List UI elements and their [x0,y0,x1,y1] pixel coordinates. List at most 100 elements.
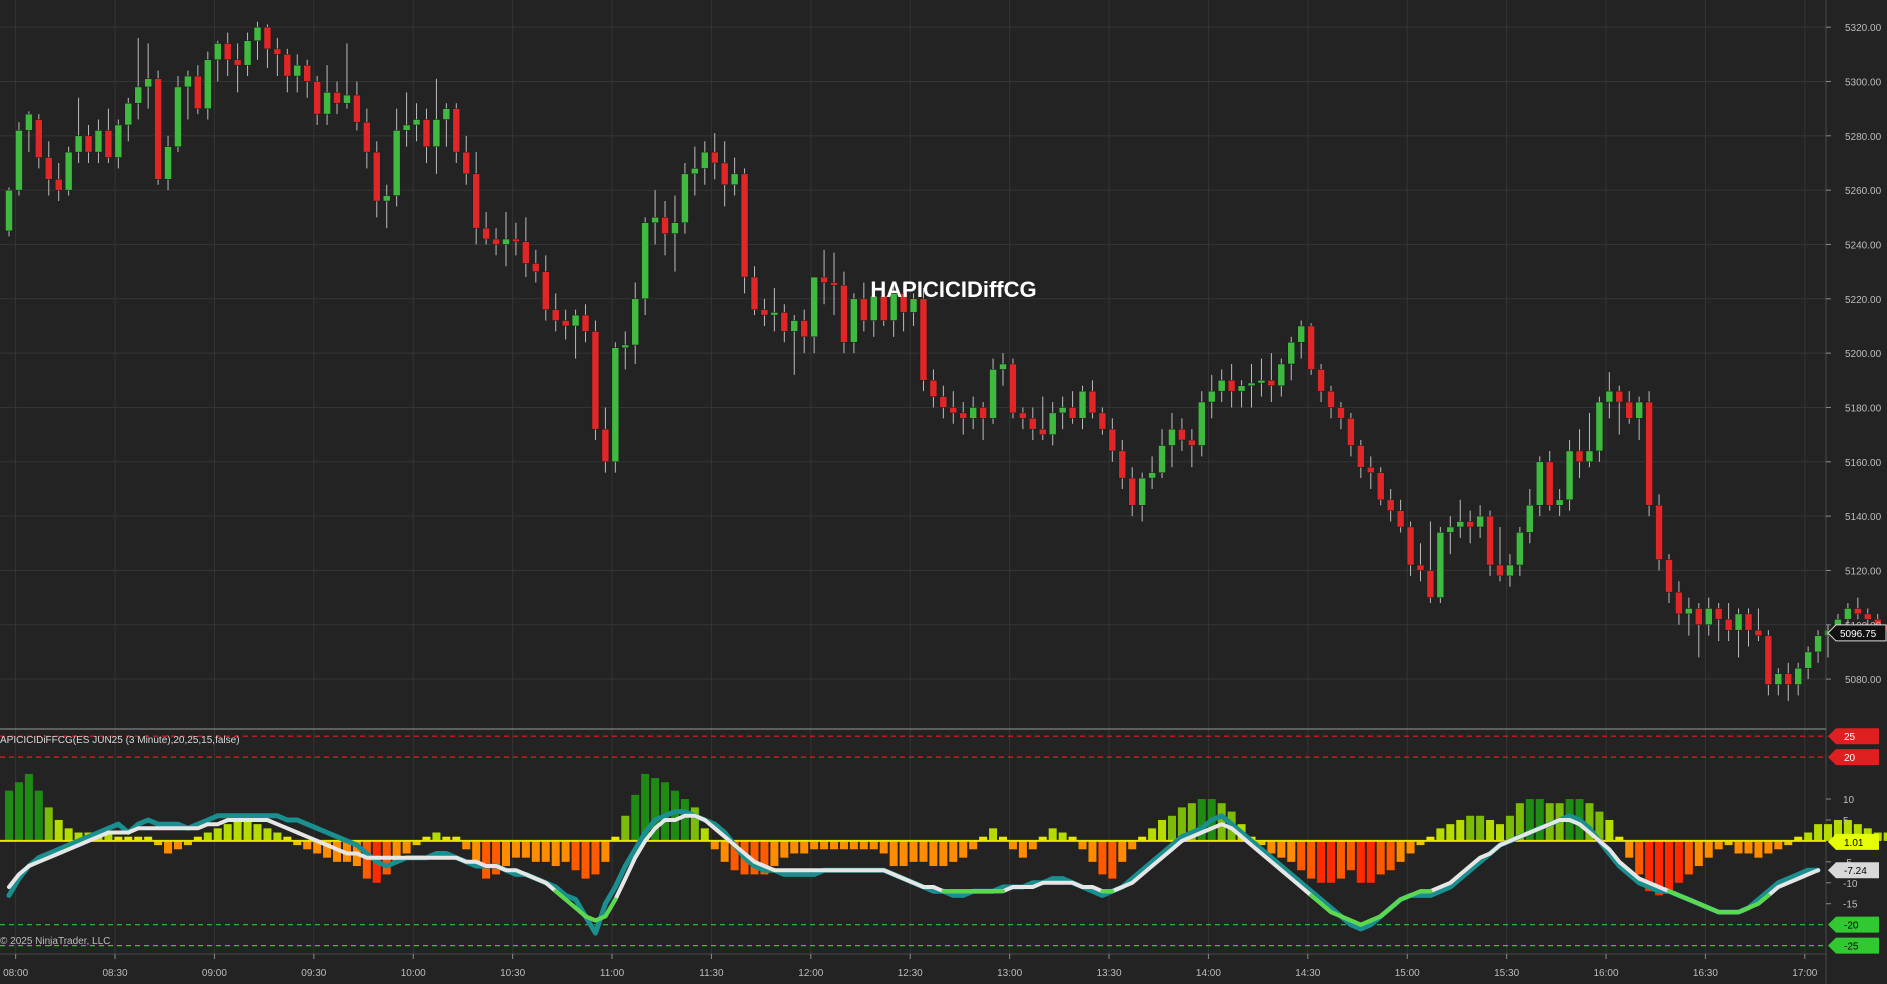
candle [353,94,361,123]
candle [1714,608,1723,620]
candle [969,407,977,419]
candle [5,189,13,232]
candle [194,75,202,109]
time-tick-label: 10:00 [401,968,426,979]
candle [382,195,391,202]
candle [1545,461,1554,506]
histogram-bar [24,773,33,841]
histogram-bar [810,840,819,850]
histogram-bar [1714,840,1723,850]
histogram-bar [1088,840,1097,862]
candle [392,130,401,196]
candle [432,119,441,147]
price-tick-label: 5280.00 [1845,132,1882,143]
candle [1516,532,1524,566]
candle [949,407,958,414]
histogram-bar [1287,840,1296,862]
candle [1595,401,1604,452]
histogram-bar [879,840,888,854]
candle [1685,608,1693,615]
candle [144,78,152,88]
histogram-bar [64,828,73,841]
histogram-bar [889,840,898,867]
candle [800,320,808,338]
candle [223,43,232,61]
candle [204,59,212,109]
candle [780,312,789,332]
histogram-bar [959,840,968,858]
candle [323,92,331,115]
candle [551,309,560,321]
histogram-bar [680,799,689,841]
candle [1655,505,1663,560]
candle [581,314,590,332]
histogram-bar [571,840,580,871]
candle [1337,407,1345,419]
candle [1635,401,1643,419]
indicator-tick-label: 10 [1843,795,1855,806]
histogram-bar [223,824,232,841]
histogram-bar [482,840,491,879]
histogram-bar [1456,819,1465,841]
candle [1347,418,1355,446]
candle [243,40,252,66]
price-tick-label: 5220.00 [1845,295,1882,306]
candle [213,43,222,61]
candle [1307,325,1315,370]
line-value-tag: -7.24 [1828,862,1879,879]
candle [1565,450,1574,501]
histogram-bar [1436,828,1445,841]
candle [1744,613,1753,631]
histogram-bar [263,828,272,841]
histogram-bar [44,807,53,841]
candle [1367,466,1375,473]
last-price-value: 5096.75 [1840,629,1877,640]
candle [84,135,93,153]
candle [1814,635,1822,653]
candle [1724,619,1733,631]
candle [1784,673,1793,685]
histogram-bar [1108,840,1117,879]
candle [1257,380,1266,384]
candle [1605,390,1614,403]
candle [929,380,938,397]
candle [422,119,431,147]
histogram-bar [909,840,918,862]
histogram-bar [462,840,471,850]
candle [452,108,461,153]
candle [770,312,779,316]
price-and-indicator-chart[interactable]: 5080.005100.005120.005140.005160.005180.… [0,0,1887,984]
candle [442,108,451,120]
price-tick-label: 5140.00 [1845,512,1882,523]
histogram-bar [1118,840,1127,862]
candle [1009,363,1017,414]
price-tick-label: 5200.00 [1845,349,1882,360]
candle [1039,428,1047,435]
time-tick-label: 16:00 [1594,968,1619,979]
candle [611,347,620,463]
candle [830,282,838,286]
candle [870,295,878,321]
time-tick-label: 17:00 [1792,968,1817,979]
candle [1416,564,1425,571]
candle [45,157,53,180]
price-tick-label: 5080.00 [1845,675,1882,686]
histogram-bar [1883,832,1887,841]
histogram-bar [1158,819,1167,841]
candle [502,238,510,245]
candle [1575,450,1584,463]
candle [701,151,709,169]
histogram-bar [233,819,242,841]
candle [691,168,699,175]
candle [601,428,610,463]
time-tick-label: 11:30 [699,968,724,979]
histogram-bar [1028,840,1037,850]
histogram-bar [1217,803,1226,841]
candle [313,81,321,115]
histogram-bar [869,840,878,850]
time-tick-label: 10:30 [500,968,525,979]
chart-root[interactable]: 5080.005100.005120.005140.005160.005180.… [0,0,1887,984]
histogram-bar [541,840,550,862]
price-tick-label: 5260.00 [1845,186,1882,197]
candle [273,48,282,55]
